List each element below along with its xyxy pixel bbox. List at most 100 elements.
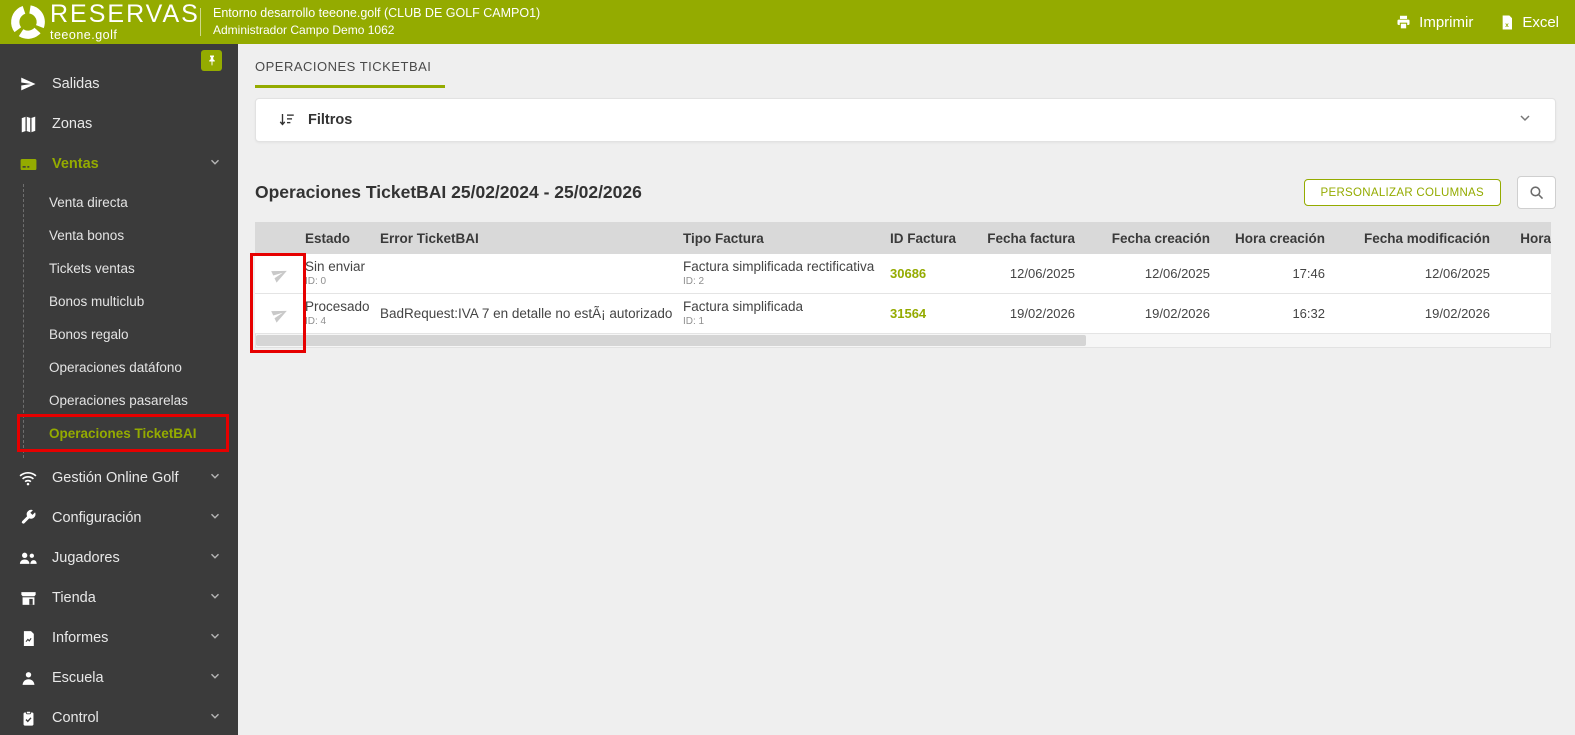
pin-icon: [208, 55, 215, 66]
sidebar-item-jugadores[interactable]: Jugadores: [0, 538, 238, 578]
fecha-creacion-value: 19/02/2026: [1144, 306, 1210, 321]
environment-line: Entorno desarrollo teeone.golf (CLUB DE …: [213, 6, 541, 21]
id-factura-link[interactable]: 30686: [890, 266, 960, 281]
sidebar-item-label: Ventas: [52, 156, 99, 172]
topbar-divider: [200, 8, 201, 36]
col-header-id-factura: ID Factura: [890, 230, 957, 246]
wrench-icon: [18, 508, 38, 528]
top-bar: RESERVAS teeone.golf Entorno desarrollo …: [0, 0, 1575, 44]
error-ticketbai-value: BadRequest:IVA 7 en detalle no estÃ¡ aut…: [380, 305, 673, 321]
sidebar-subitem-venta-directa[interactable]: Venta directa: [24, 186, 238, 219]
fecha-modificacion-value: 19/02/2026: [1424, 306, 1490, 321]
chevron-down-icon: [208, 629, 222, 647]
scrollbar-thumb[interactable]: [256, 335, 1086, 346]
sidebar-item-label: Control: [52, 710, 99, 726]
sidebar: Salidas Zonas Ventas Venta directa Venta…: [0, 44, 238, 735]
credit-card-icon: [18, 154, 38, 174]
tab-operaciones-ticketbai[interactable]: OPERACIONES TICKETBAI: [255, 59, 446, 88]
col-header-error-ticketbai: Error TicketBAI: [380, 230, 479, 246]
sidebar-item-ventas[interactable]: Ventas: [0, 144, 238, 184]
table-header-row: Estado Error TicketBAI Tipo Factura ID F…: [255, 222, 1551, 254]
search-icon: [1530, 186, 1544, 200]
col-header-fecha-creacion: Fecha creación: [1111, 230, 1210, 246]
chevron-down-icon[interactable]: [1517, 110, 1533, 131]
id-factura-link[interactable]: 31564: [890, 306, 960, 321]
sidebar-item-label: Configuración: [52, 510, 142, 526]
col-header-estado: Estado: [305, 230, 351, 246]
send-icon: [271, 270, 287, 283]
fecha-modificacion-value: 12/06/2025: [1424, 266, 1490, 281]
customize-columns-button[interactable]: PERSONALIZAR COLUMNAS: [1303, 179, 1501, 206]
tab-bar: OPERACIONES TICKETBAI: [238, 44, 1575, 88]
col-header-hora: Hora: [1520, 230, 1551, 246]
sidebar-item-control[interactable]: Control: [0, 698, 238, 735]
filters-panel-toggle[interactable]: Filtros: [255, 98, 1556, 142]
sidebar-subitem-operaciones-pasarelas[interactable]: Operaciones pasarelas: [24, 384, 238, 417]
sidebar-subitem-operaciones-ticketbai[interactable]: Operaciones TicketBAI: [17, 414, 238, 452]
printer-icon: [1397, 15, 1410, 29]
sidebar-subitem-bonos-multiclub[interactable]: Bonos multiclub: [24, 285, 238, 318]
send-icon: [271, 310, 287, 323]
sidebar-item-gestion-online-golf[interactable]: Gestión Online Golf: [0, 458, 238, 498]
tipo-factura-id: ID: 1: [683, 316, 705, 327]
pin-sidebar-button[interactable]: [201, 50, 222, 71]
sidebar-subitem-tickets-ventas[interactable]: Tickets ventas: [24, 252, 238, 285]
sidebar-item-label: Informes: [52, 630, 109, 646]
send-icon: [18, 74, 38, 94]
estado-id: ID: 0: [305, 276, 327, 287]
col-header-hora-creacion: Hora creación: [1234, 230, 1325, 246]
hora-creacion-value: 17:46: [1292, 266, 1325, 281]
map-icon: [18, 114, 38, 134]
tipo-factura-id: ID: 2: [683, 276, 705, 287]
chevron-down-icon: [208, 155, 222, 173]
table-row: Sin enviar ID: 0 Factura simplificada re…: [255, 254, 1551, 294]
svg-text:x: x: [1505, 21, 1509, 28]
page-title: Operaciones TicketBAI 25/02/2024 - 25/02…: [255, 182, 642, 202]
print-label: Imprimir: [1419, 13, 1474, 31]
chevron-down-icon: [208, 709, 222, 727]
brand-ring-icon: [11, 5, 45, 39]
estado-id: ID: 4: [305, 316, 327, 327]
estado-value: Procesado: [305, 299, 370, 314]
col-header-tipo-factura: Tipo Factura: [683, 230, 764, 246]
table-row: Procesado ID: 4 BadRequest:IVA 7 en deta…: [255, 294, 1551, 334]
sidebar-item-tienda[interactable]: Tienda: [0, 578, 238, 618]
excel-label: Excel: [1522, 13, 1559, 31]
brand-logo[interactable]: RESERVAS teeone.golf: [0, 2, 200, 42]
sidebar-item-zonas[interactable]: Zonas: [0, 104, 238, 144]
sidebar-subitem-operaciones-datafono[interactable]: Operaciones datáfono: [24, 351, 238, 384]
brand-name: RESERVAS: [50, 0, 200, 29]
horizontal-scrollbar[interactable]: [255, 334, 1551, 348]
clipboard-check-icon: [18, 708, 38, 728]
chevron-down-icon: [208, 509, 222, 527]
sidebar-item-label: Tienda: [52, 590, 96, 606]
sidebar-subitem-bonos-regalo[interactable]: Bonos regalo: [24, 318, 238, 351]
chevron-down-icon: [208, 669, 222, 687]
excel-export-button[interactable]: x Excel: [1499, 14, 1559, 31]
users-icon: [18, 548, 38, 568]
sidebar-item-escuela[interactable]: Escuela: [0, 658, 238, 698]
chevron-down-icon: [208, 549, 222, 567]
wifi-icon: [18, 468, 38, 488]
user-role-line: Administrador Campo Demo 1062: [213, 23, 395, 38]
sidebar-subitem-venta-bonos[interactable]: Venta bonos: [24, 219, 238, 252]
estado-value: Sin enviar: [305, 259, 366, 274]
tipo-factura-value: Factura simplificada rectificativa: [683, 259, 875, 274]
filters-label: Filtros: [308, 112, 353, 128]
sidebar-item-configuracion[interactable]: Configuración: [0, 498, 238, 538]
chevron-down-icon: [208, 589, 222, 607]
send-invoice-button[interactable]: [267, 261, 293, 287]
app-screen: RESERVAS teeone.golf Entorno desarrollo …: [0, 0, 1575, 735]
col-header-fecha-factura: Fecha factura: [987, 230, 1075, 246]
chevron-down-icon: [208, 469, 222, 487]
search-button[interactable]: [1517, 176, 1556, 209]
sidebar-item-label: Zonas: [52, 116, 93, 132]
hora-creacion-value: 16:32: [1292, 306, 1325, 321]
sidebar-item-label: Escuela: [52, 670, 104, 686]
print-button[interactable]: Imprimir: [1395, 14, 1473, 31]
excel-file-icon: x: [1502, 15, 1513, 29]
tipo-factura-value: Factura simplificada: [683, 299, 804, 314]
sidebar-item-informes[interactable]: Informes: [0, 618, 238, 658]
sidebar-item-label: Jugadores: [52, 550, 120, 566]
send-invoice-button[interactable]: [267, 301, 293, 327]
